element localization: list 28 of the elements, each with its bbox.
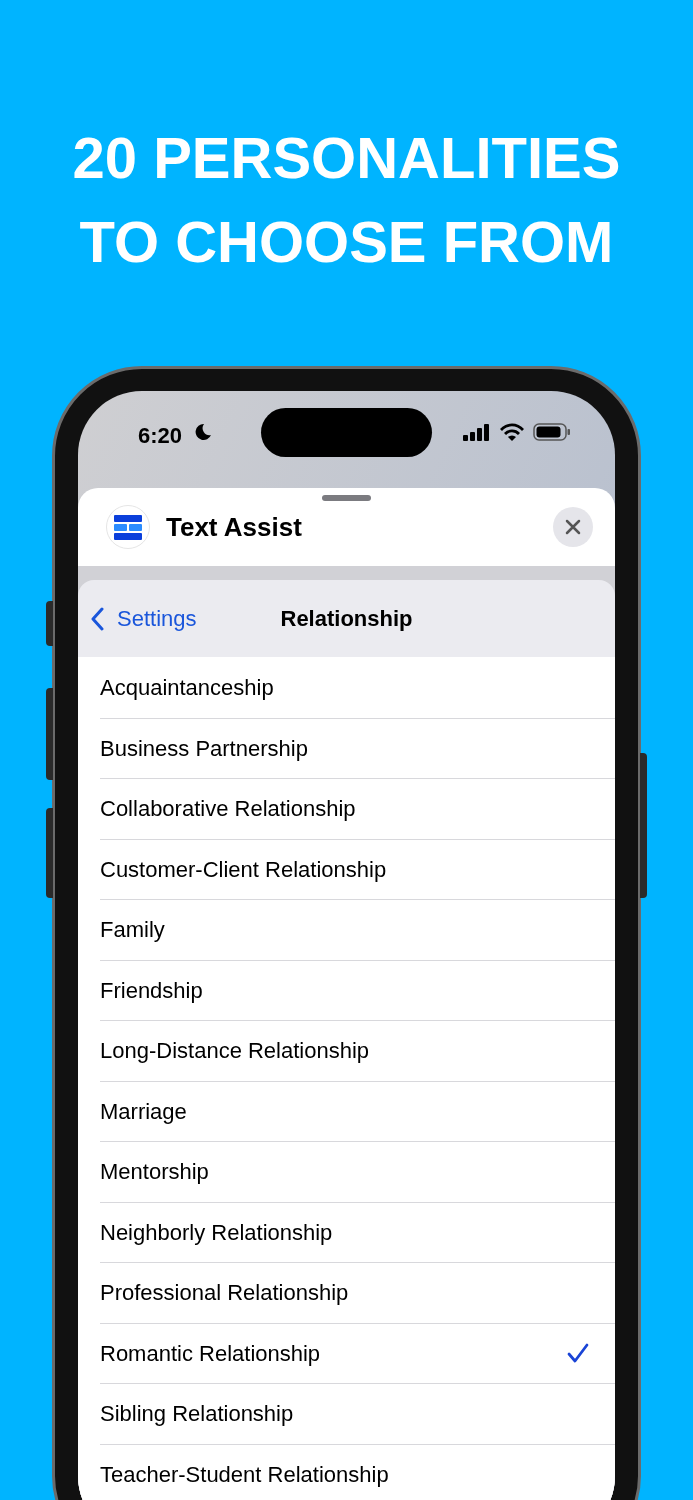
option-row[interactable]: Customer-Client Relationship: [100, 838, 615, 899]
back-button[interactable]: Settings: [90, 602, 197, 635]
signal-icon: [463, 424, 491, 441]
nav-title: Relationship: [280, 605, 413, 633]
battery-icon: [533, 423, 571, 441]
option-row[interactable]: Professional Relationship: [100, 1262, 615, 1323]
option-row[interactable]: Mentorship: [100, 1141, 615, 1202]
option-row[interactable]: Neighborly Relationship: [100, 1201, 615, 1262]
moon-icon: [194, 423, 212, 441]
close-button[interactable]: [553, 507, 593, 547]
headline: TO CHOOSE FROM: [79, 208, 614, 276]
headline: 20 PERSONALITIES: [72, 124, 621, 192]
app-title: Text Assist: [166, 510, 302, 544]
chevron-left-icon: [90, 606, 105, 631]
app-icon: [106, 505, 150, 549]
option-row[interactable]: Business Partnership: [100, 717, 615, 778]
option-row[interactable]: Marriage: [100, 1080, 615, 1141]
status-time: 6:20: [138, 422, 183, 450]
wifi-icon: [500, 423, 524, 441]
option-row[interactable]: Romantic Relationship: [100, 1322, 615, 1383]
close-icon: [565, 519, 581, 535]
option-row[interactable]: Acquaintanceship: [100, 657, 615, 718]
option-row[interactable]: Collaborative Relationship: [100, 778, 615, 839]
option-row[interactable]: Friendship: [100, 959, 615, 1020]
option-row[interactable]: Long-Distance Relationship: [100, 1020, 615, 1081]
option-row[interactable]: Teacher-Student Relationship: [100, 1443, 615, 1500]
option-row[interactable]: Sibling Relationship: [100, 1383, 615, 1444]
option-row[interactable]: Family: [100, 899, 615, 960]
